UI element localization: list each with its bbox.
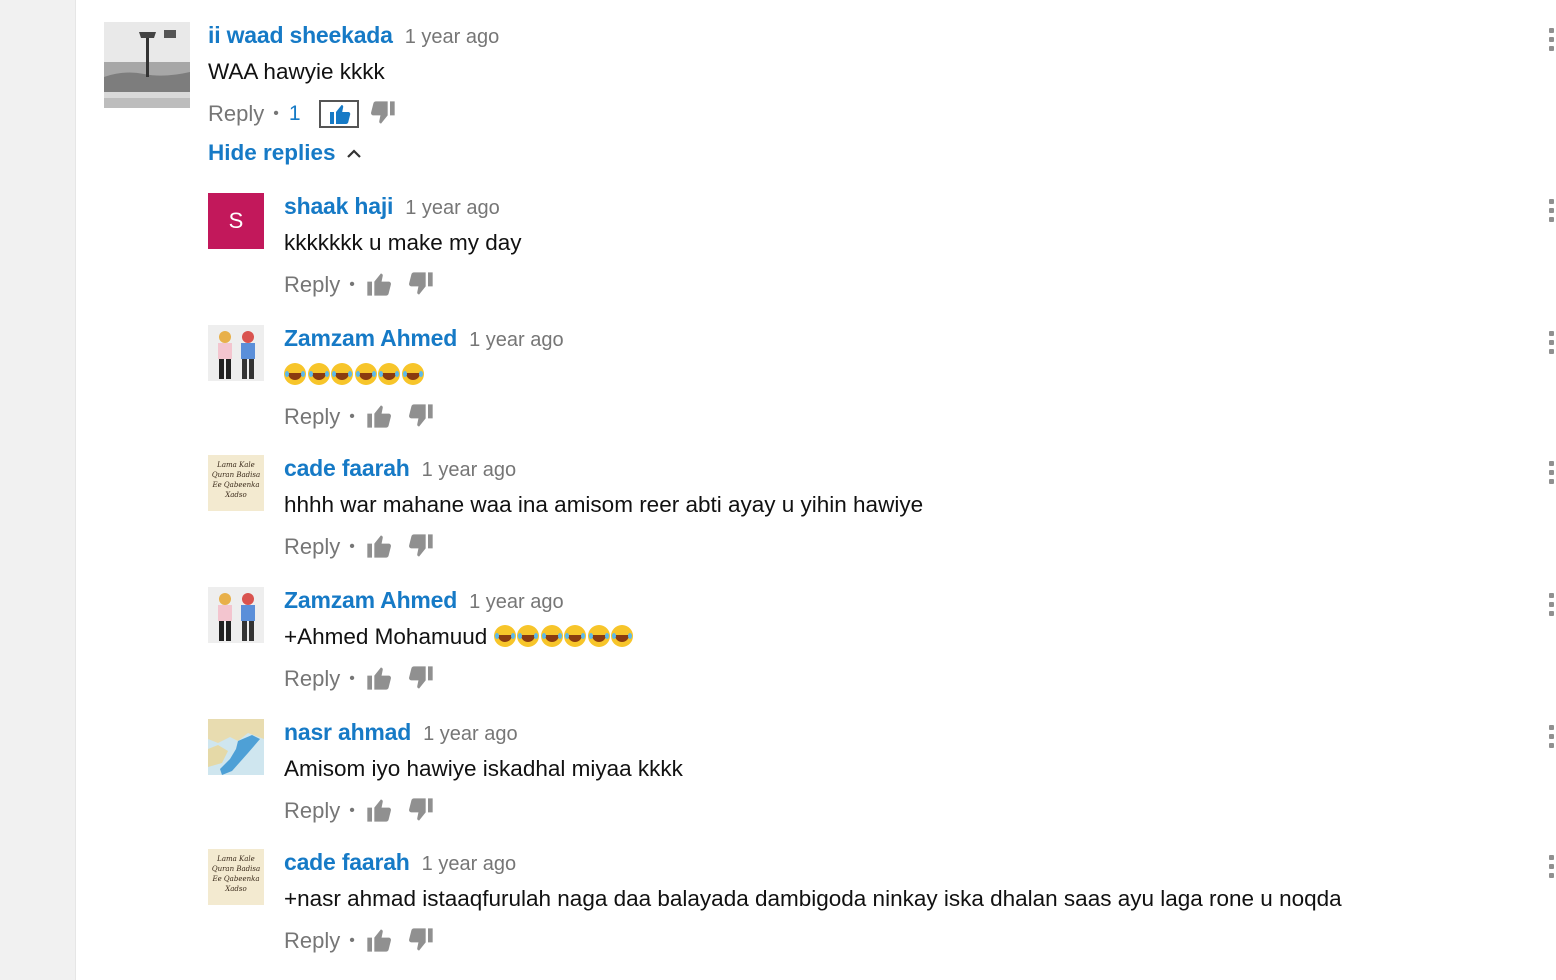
reply-comment: nasr ahmad 1 year ago Amisom iyo hawiye … xyxy=(208,719,1556,839)
reply-button[interactable]: Reply xyxy=(284,666,340,692)
comment-timestamp[interactable]: 1 year ago xyxy=(405,26,500,49)
svg-text:Xadso: Xadso xyxy=(224,885,246,893)
thumbs-down-icon[interactable] xyxy=(369,99,399,129)
left-gutter xyxy=(0,0,76,980)
laughing-emoji-icon xyxy=(307,363,330,385)
thumbs-up-icon[interactable] xyxy=(365,926,395,956)
chevron-up-icon xyxy=(346,149,361,158)
laughing-emoji-icon xyxy=(493,625,516,647)
svg-text:Lama Kale: Lama Kale xyxy=(216,461,255,469)
comment-timestamp[interactable]: 1 year ago xyxy=(405,197,500,220)
thumbs-down-icon[interactable] xyxy=(407,926,437,956)
more-options-icon[interactable] xyxy=(1546,461,1556,491)
laughing-emoji-icon xyxy=(378,363,400,385)
separator-dot: • xyxy=(349,538,355,555)
comment-timestamp[interactable]: 1 year ago xyxy=(422,459,517,482)
comment-body: ii waad sheekada 1 year ago WAA hawyie k… xyxy=(208,22,499,129)
more-options-icon[interactable] xyxy=(1546,199,1556,229)
mention-text: +Ahmed Mohamuud xyxy=(284,624,488,649)
avatar[interactable]: Lama Kale Quran Badisa Ee Qabeenka Xadso xyxy=(208,849,264,905)
more-options-icon[interactable] xyxy=(1546,593,1556,623)
comment-author[interactable]: Zamzam Ahmed xyxy=(284,587,457,614)
thumbs-up-icon[interactable] xyxy=(365,270,395,300)
svg-text:Ee Qabeenka: Ee Qabeenka xyxy=(211,875,259,883)
laughing-emoji-icon xyxy=(540,625,563,647)
thumbs-down-icon[interactable] xyxy=(407,402,437,432)
avatar[interactable] xyxy=(104,22,190,108)
reply-comment: S shaak haji 1 year ago kkkkkkk u make m… xyxy=(208,193,1556,313)
comment-text xyxy=(284,360,564,390)
avatar[interactable] xyxy=(208,587,264,643)
svg-text:Quran Badisa: Quran Badisa xyxy=(212,471,260,479)
thumbs-up-icon[interactable] xyxy=(365,796,395,826)
comment-text: Amisom iyo hawiye iskadhal miyaa kkkk xyxy=(284,756,683,781)
comment-timestamp[interactable]: 1 year ago xyxy=(422,853,517,876)
thumbs-down-icon[interactable] xyxy=(407,796,437,826)
comment-timestamp[interactable]: 1 year ago xyxy=(423,723,518,746)
thumbs-down-icon[interactable] xyxy=(407,664,437,694)
reply-comment: Lama Kale Quran Badisa Ee Qabeenka Xadso… xyxy=(208,849,1556,969)
comment-author[interactable]: cade faarah xyxy=(284,849,410,876)
reply-button[interactable]: Reply xyxy=(284,928,340,954)
laughing-emoji-icon xyxy=(611,625,634,647)
thumbs-up-icon[interactable] xyxy=(365,532,395,562)
separator-dot: • xyxy=(349,276,355,293)
thumbs-up-icon[interactable] xyxy=(318,100,359,128)
reply-button[interactable]: Reply xyxy=(284,534,340,560)
svg-text:Ee Qabeenka: Ee Qabeenka xyxy=(211,481,259,489)
avatar[interactable] xyxy=(208,719,264,775)
hide-replies-button[interactable]: Hide replies xyxy=(208,140,362,166)
thumbs-up-icon[interactable] xyxy=(365,664,395,694)
thumbs-down-icon[interactable] xyxy=(407,270,437,300)
separator-dot: • xyxy=(349,408,355,425)
comment-timestamp[interactable]: 1 year ago xyxy=(469,329,564,352)
thumbs-up-icon[interactable] xyxy=(365,402,395,432)
reply-comment: Zamzam Ahmed 1 year ago Reply • xyxy=(208,325,1556,445)
laughing-emoji-icon xyxy=(331,363,353,385)
comment-author[interactable]: shaak haji xyxy=(284,193,393,220)
comment-timestamp[interactable]: 1 year ago xyxy=(469,591,564,614)
separator-dot: • xyxy=(349,670,355,687)
more-options-icon[interactable] xyxy=(1546,725,1556,755)
comment-text: +Ahmed Mohamuud xyxy=(284,622,635,652)
hide-replies-label: Hide replies xyxy=(208,140,336,165)
comment-text: WAA hawyie kkkk xyxy=(208,59,385,84)
separator-dot: • xyxy=(349,932,355,949)
more-options-icon[interactable] xyxy=(1546,855,1556,885)
svg-text:Lama Kale: Lama Kale xyxy=(216,855,255,863)
more-options-icon[interactable] xyxy=(1546,28,1556,58)
separator-dot: • xyxy=(273,105,279,122)
separator-dot: • xyxy=(349,802,355,819)
reply-button[interactable]: Reply xyxy=(208,101,264,127)
comment-author[interactable]: nasr ahmad xyxy=(284,719,411,746)
reply-button[interactable]: Reply xyxy=(284,798,340,824)
svg-text:Xadso: Xadso xyxy=(224,491,246,499)
comment-author[interactable]: cade faarah xyxy=(284,455,410,482)
reply-button[interactable]: Reply xyxy=(284,272,340,298)
thumbs-down-icon[interactable] xyxy=(407,532,437,562)
avatar[interactable]: Lama Kale Quran Badisa Ee Qabeenka Xadso xyxy=(208,455,264,511)
like-count: 1 xyxy=(288,102,301,125)
top-comment: ii waad sheekada 1 year ago WAA hawyie k… xyxy=(104,22,1556,132)
comment-text: hhhh war mahane waa ina amisom reer abti… xyxy=(284,492,924,517)
reply-comment: Lama Kale Quran Badisa Ee Qabeenka Xadso… xyxy=(208,455,1556,575)
svg-text:Quran Badisa: Quran Badisa xyxy=(212,865,260,873)
avatar[interactable]: S xyxy=(208,193,264,249)
laughing-emoji-icon xyxy=(354,363,377,385)
comment-author[interactable]: Zamzam Ahmed xyxy=(284,325,457,352)
avatar-letter: S xyxy=(228,208,244,233)
laughing-emoji-icon xyxy=(284,363,306,385)
laughing-emoji-icon xyxy=(564,625,587,647)
more-options-icon[interactable] xyxy=(1546,331,1556,361)
laughing-emoji-icon xyxy=(401,363,424,385)
laughing-emoji-icon xyxy=(587,625,610,647)
reply-comment: Zamzam Ahmed 1 year ago +Ahmed Mohamuud … xyxy=(208,587,1556,707)
laughing-emoji-icon xyxy=(517,625,540,647)
comment-text: kkkkkkk u make my day xyxy=(284,230,522,255)
comment-author[interactable]: ii waad sheekada xyxy=(208,22,393,49)
comment-text: +nasr ahmad istaaqfurulah naga daa balay… xyxy=(284,886,1342,911)
avatar[interactable] xyxy=(208,325,264,381)
reply-button[interactable]: Reply xyxy=(284,404,340,430)
